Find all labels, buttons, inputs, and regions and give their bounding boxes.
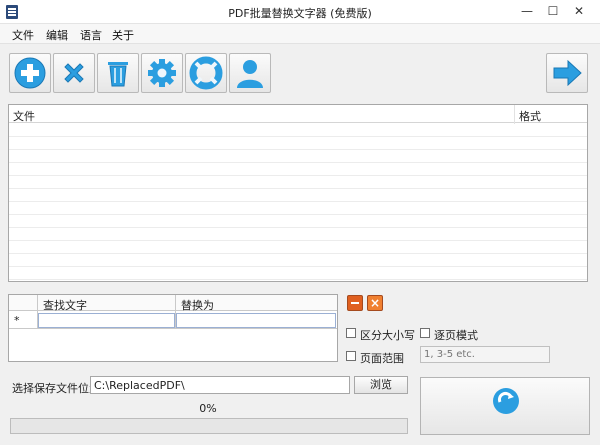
find-text-cell[interactable] [38,313,175,328]
page-mode-label: 逐页模式 [434,329,478,342]
match-case-label: 区分大小写 [360,329,415,342]
new-row-marker: * [14,314,20,327]
remove-file-button[interactable] [53,53,95,93]
find-text-header: 查找文字 [43,299,87,312]
replace-with-header: 替换为 [181,299,214,312]
match-case-checkbox[interactable] [346,328,356,338]
file-list-header: 文件 格式 [9,105,587,123]
format-column-header[interactable]: 格式 [519,108,541,124]
save-location-label: 选择保存文件位置 [12,382,100,395]
trash-icon [108,62,128,87]
remove-rule-button[interactable] [347,295,363,311]
user-icon [237,60,263,88]
save-path-input[interactable] [90,376,350,394]
progress-bar [10,418,408,434]
file-list-rows [9,124,587,281]
account-button[interactable] [229,53,271,93]
start-replace-button[interactable] [420,377,590,435]
file-list[interactable]: 文件 格式 [8,104,588,282]
table-row: * [9,312,337,329]
menu-edit[interactable]: 编辑 [46,27,68,43]
page-range-label: 页面范围 [360,352,404,365]
title-bar: PDF批量替换文字器 (免费版) — ☐ ✕ [0,0,600,24]
replace-rules-table[interactable]: 查找文字 替换为 * [8,294,338,362]
menu-language[interactable]: 语言 [80,27,102,43]
clear-list-button[interactable] [97,53,139,93]
menu-bar: 文件 编辑 语言 关于 [0,24,600,44]
page-mode-checkbox[interactable] [420,328,430,338]
replace-with-cell[interactable] [176,313,336,328]
browse-button[interactable]: 浏览 [354,376,408,394]
menu-about[interactable]: 关于 [112,27,134,43]
lifebuoy-icon [189,56,223,90]
settings-button[interactable] [141,53,183,93]
next-button[interactable] [546,53,588,93]
help-button[interactable] [185,53,227,93]
gear-icon [148,59,176,87]
replace-start-icon [493,388,519,414]
minimize-button[interactable]: — [516,2,538,20]
rules-header: 查找文字 替换为 [9,295,337,312]
page-range-input[interactable] [420,346,550,363]
clear-rules-button[interactable]: × [367,295,383,311]
add-files-button[interactable] [9,53,51,93]
arrow-right-icon [553,59,582,87]
progress-percent: 0% [199,402,217,415]
x-icon [64,63,84,83]
menu-file[interactable]: 文件 [12,27,34,43]
file-column-header[interactable]: 文件 [13,108,35,124]
page-range-checkbox[interactable] [346,351,356,361]
close-button[interactable]: ✕ [568,2,590,20]
x-icon: × [369,296,381,310]
maximize-button[interactable]: ☐ [542,2,564,20]
plus-circle-icon [14,57,46,89]
window-title: PDF批量替换文字器 (免费版) [228,7,372,20]
